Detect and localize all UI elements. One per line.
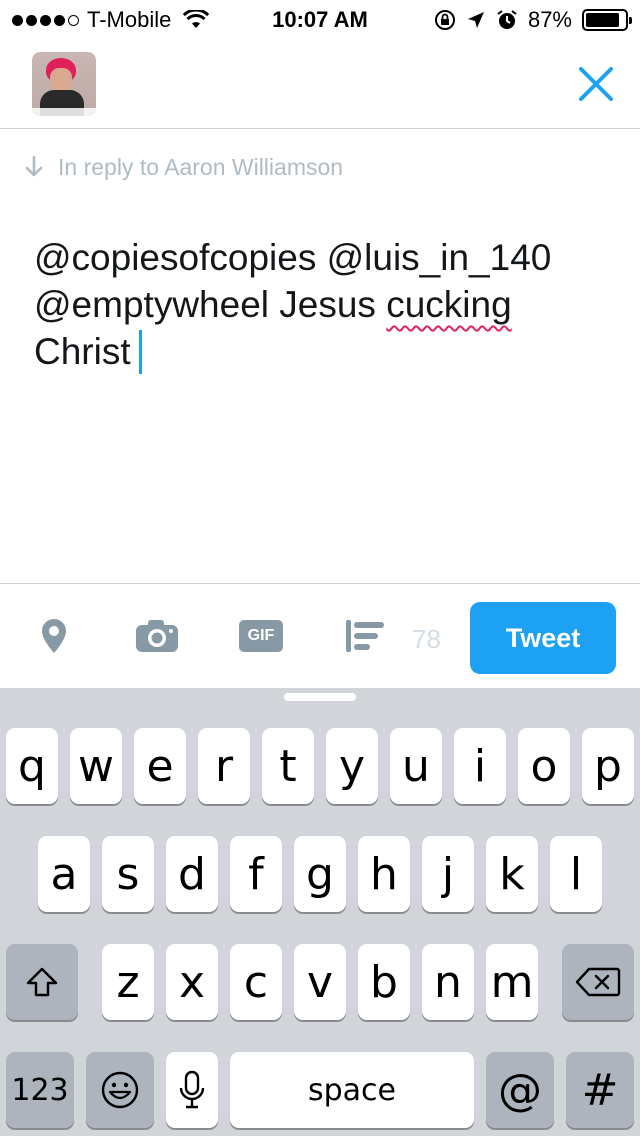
key-q[interactable]: q xyxy=(6,728,58,804)
shift-icon xyxy=(26,967,58,997)
key-c[interactable]: c xyxy=(230,944,282,1020)
key-p[interactable]: p xyxy=(582,728,634,804)
key-x[interactable]: x xyxy=(166,944,218,1020)
tweet-text-segment: @emptywheel Jesus xyxy=(34,284,387,325)
keyboard: q w e r t y u i o p a s d f g h j k l z … xyxy=(0,688,640,1136)
shift-key[interactable] xyxy=(6,944,78,1020)
battery-icon xyxy=(582,9,632,31)
backspace-icon xyxy=(575,967,621,997)
camera-icon xyxy=(136,620,178,652)
key-u[interactable]: u xyxy=(390,728,442,804)
delete-key[interactable] xyxy=(562,944,634,1020)
key-w[interactable]: w xyxy=(70,728,122,804)
alarm-icon xyxy=(497,10,517,29)
character-count: 78 xyxy=(412,624,441,654)
key-r[interactable]: r xyxy=(198,728,250,804)
key-j[interactable]: j xyxy=(422,836,474,912)
key-d[interactable]: d xyxy=(166,836,218,912)
numbers-key[interactable]: 123 xyxy=(6,1052,74,1128)
emoji-key[interactable] xyxy=(86,1052,154,1128)
orientation-lock-icon xyxy=(434,10,455,30)
key-t[interactable]: t xyxy=(262,728,314,804)
key-h[interactable]: h xyxy=(358,836,410,912)
key-a[interactable]: a xyxy=(38,836,90,912)
arrow-down-icon xyxy=(25,155,43,177)
reply-context[interactable]: In reply to Aaron Williamson xyxy=(24,152,343,182)
compose-header xyxy=(0,40,640,129)
status-bar: T-Mobile 10:07 AM 87% xyxy=(0,0,640,40)
key-b[interactable]: b xyxy=(358,944,410,1020)
key-s[interactable]: s xyxy=(102,836,154,912)
gif-icon: GIF xyxy=(239,620,283,652)
key-v[interactable]: v xyxy=(294,944,346,1020)
key-o[interactable]: o xyxy=(518,728,570,804)
dictation-key[interactable] xyxy=(166,1052,218,1128)
tweet-text-area[interactable]: @copiesofcopies @luis_in_140 @emptywheel… xyxy=(34,234,614,375)
key-g[interactable]: g xyxy=(294,836,346,912)
tweet-text-line-1: @copiesofcopies @luis_in_140 xyxy=(34,237,552,278)
space-key[interactable]: space xyxy=(230,1052,474,1128)
key-i[interactable]: i xyxy=(454,728,506,804)
text-cursor xyxy=(138,330,142,374)
key-z[interactable]: z xyxy=(102,944,154,1020)
close-icon[interactable] xyxy=(572,60,620,108)
avatar[interactable] xyxy=(32,52,96,116)
key-f[interactable]: f xyxy=(230,836,282,912)
key-y[interactable]: y xyxy=(326,728,378,804)
keyboard-drag-handle[interactable] xyxy=(284,693,356,701)
microphone-icon xyxy=(179,1070,205,1109)
key-l[interactable]: l xyxy=(550,836,602,912)
key-e[interactable]: e xyxy=(134,728,186,804)
tweet-text-line-2: @emptywheel Jesus cucking xyxy=(34,281,614,328)
key-k[interactable]: k xyxy=(486,836,538,912)
poll-icon xyxy=(346,620,384,652)
tweet-button[interactable]: Tweet xyxy=(470,602,616,674)
tweet-text-segment: Christ xyxy=(34,331,131,372)
camera-button[interactable] xyxy=(134,614,180,658)
tweet-text-line-3: Christ xyxy=(34,328,614,375)
poll-button[interactable] xyxy=(344,614,386,658)
location-pin-icon xyxy=(42,619,66,653)
key-n[interactable]: n xyxy=(422,944,474,1020)
hash-key[interactable]: # xyxy=(566,1052,634,1128)
key-m[interactable]: m xyxy=(486,944,538,1020)
location-button[interactable] xyxy=(36,614,72,658)
misspelled-word[interactable]: cucking xyxy=(386,284,511,325)
battery-percent: 87% xyxy=(527,7,572,32)
location-arrow-icon xyxy=(467,12,484,28)
compose-toolbar: GIF 78 Tweet xyxy=(0,583,640,688)
emoji-icon xyxy=(101,1071,139,1109)
at-key[interactable]: @ xyxy=(486,1052,554,1128)
gif-button[interactable]: GIF xyxy=(239,614,283,658)
reply-context-label: In reply to Aaron Williamson xyxy=(58,153,344,180)
